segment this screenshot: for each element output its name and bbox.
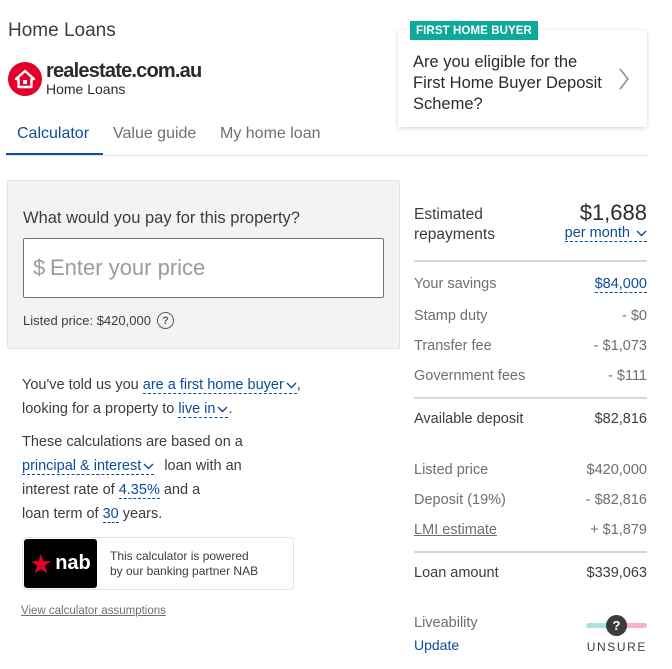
divider bbox=[414, 397, 647, 399]
chevron-down-icon bbox=[636, 230, 647, 237]
government-fees-row: Government fees - $111 bbox=[414, 368, 647, 384]
row-label: Transfer fee bbox=[414, 338, 492, 354]
context-text: , bbox=[296, 377, 301, 393]
estimated-repayments-label: Estimated repayments bbox=[414, 205, 495, 245]
promo-text: Are you eligible for the First Home Buye… bbox=[413, 53, 602, 113]
transfer-fee-row: Transfer fee - $1,073 bbox=[414, 338, 647, 354]
buyer-context: You've told us you are a first home buye… bbox=[22, 373, 301, 421]
active-tab-indicator bbox=[6, 153, 103, 155]
loan-term-input[interactable]: 30 bbox=[102, 506, 119, 523]
context-text: years. bbox=[118, 506, 163, 522]
context-text: . bbox=[228, 401, 233, 417]
context-text: interest rate of bbox=[22, 482, 119, 498]
logo-brand-text: realestate.com.au bbox=[46, 60, 202, 82]
purpose-dropdown[interactable]: live in bbox=[178, 401, 229, 418]
savings-row: Your savings $84,000 bbox=[414, 276, 647, 293]
row-value: $420,000 bbox=[586, 462, 647, 478]
listed-price-line: Listed price: $420,000 ? bbox=[23, 312, 174, 329]
view-assumptions-link[interactable]: View calculator assumptions bbox=[21, 605, 166, 617]
stamp-duty-row: Stamp duty - $0 bbox=[414, 308, 647, 324]
frequency-label: per month bbox=[564, 225, 630, 241]
loan-context: These calculations are based on a princi… bbox=[22, 430, 243, 526]
promo-badge: FIRST HOME BUYER bbox=[410, 21, 538, 40]
brand-logo[interactable]: realestate.com.au Home Loans bbox=[8, 60, 202, 97]
liveability-status: UNSURE bbox=[586, 640, 647, 654]
divider bbox=[414, 551, 647, 553]
star-icon bbox=[31, 553, 52, 573]
repayment-value: $1,688 bbox=[579, 200, 647, 225]
buyer-type-label: are a first home buyer bbox=[142, 377, 284, 393]
price-input[interactable] bbox=[50, 247, 370, 289]
help-icon[interactable]: ? bbox=[156, 312, 174, 329]
tab-value-guide[interactable]: Value guide bbox=[113, 125, 196, 143]
tab-my-home-loan[interactable]: My home loan bbox=[220, 125, 321, 143]
partner-text: This calculator is powered by our bankin… bbox=[110, 549, 258, 578]
context-text: and a bbox=[159, 482, 201, 498]
listed-price-text: Listed price: $420,000 bbox=[23, 313, 151, 328]
savings-value[interactable]: $84,000 bbox=[594, 276, 647, 293]
row-value: - $0 bbox=[622, 308, 647, 324]
price-question: What would you pay for this property? bbox=[23, 209, 300, 227]
deposit-pct-row: Deposit (19%) - $82,816 bbox=[414, 492, 647, 508]
partner-card: nab This calculator is powered by our ba… bbox=[22, 537, 294, 590]
row-label: Your savings bbox=[414, 276, 497, 292]
listed-price-row: Listed price $420,000 bbox=[414, 462, 647, 478]
row-label: Government fees bbox=[414, 368, 526, 384]
row-value: - $82,816 bbox=[585, 492, 647, 508]
lmi-estimate-link[interactable]: LMI estimate bbox=[414, 522, 497, 538]
loan-type-label: principal & interest bbox=[22, 458, 142, 474]
gauge-bar-right bbox=[624, 623, 647, 628]
chevron-down-icon bbox=[286, 382, 297, 389]
house-logo-icon bbox=[8, 61, 42, 96]
buyer-type-dropdown[interactable]: are a first home buyer bbox=[142, 377, 297, 394]
frequency-dropdown[interactable]: per month bbox=[564, 225, 647, 242]
liveability-label: Liveability bbox=[414, 615, 478, 631]
row-label: Stamp duty bbox=[414, 308, 488, 324]
chevron-down-icon bbox=[143, 463, 154, 470]
interest-rate-input[interactable]: 4.35% bbox=[118, 482, 160, 499]
row-label: Available deposit bbox=[414, 411, 524, 427]
chevron-right-icon bbox=[619, 68, 629, 90]
estimated-label-line: repayments bbox=[414, 226, 495, 243]
context-text: looking for a property to bbox=[22, 401, 179, 417]
context-text: These calculations are based on a bbox=[22, 434, 243, 450]
row-label: Deposit (19%) bbox=[414, 492, 506, 508]
tab-bar: Calculator Value guide My home loan bbox=[6, 118, 648, 156]
first-home-buyer-promo[interactable]: FIRST HOME BUYER Are you eligible for th… bbox=[398, 21, 647, 127]
estimated-label-line: Estimated bbox=[414, 206, 483, 223]
price-input-box[interactable]: $ bbox=[23, 238, 384, 298]
row-value: $339,063 bbox=[586, 565, 647, 581]
divider bbox=[414, 260, 647, 262]
partner-line-2: by our banking partner NAB bbox=[110, 563, 259, 578]
row-value: + $1,879 bbox=[590, 522, 647, 538]
context-text: You've told us you bbox=[22, 377, 143, 393]
loan-amount-row: Loan amount $339,063 bbox=[414, 565, 647, 581]
row-label: Loan amount bbox=[414, 565, 499, 581]
liveability-gauge: ? bbox=[586, 614, 647, 638]
partner-line-1: This calculator is powered bbox=[110, 549, 249, 563]
chevron-down-icon bbox=[217, 406, 228, 413]
loan-type-dropdown[interactable]: principal & interest bbox=[22, 458, 155, 475]
context-text: loan with an bbox=[164, 458, 242, 474]
question-mark-icon: ? bbox=[606, 615, 627, 636]
row-label: Listed price bbox=[414, 462, 489, 478]
nab-logo: nab bbox=[24, 539, 97, 588]
tab-calculator[interactable]: Calculator bbox=[17, 125, 89, 143]
lmi-row: LMI estimate + $1,879 bbox=[414, 522, 647, 538]
page-title: Home Loans bbox=[8, 20, 116, 41]
liveability-update-link[interactable]: Update bbox=[414, 637, 459, 653]
purpose-label: live in bbox=[178, 401, 216, 417]
row-value: $82,816 bbox=[594, 411, 647, 427]
currency-prefix: $ bbox=[33, 255, 46, 280]
row-value: - $1,073 bbox=[593, 338, 647, 354]
logo-sub-text: Home Loans bbox=[46, 81, 126, 97]
price-card: What would you pay for this property? $ … bbox=[7, 180, 400, 349]
context-text: loan term of bbox=[22, 506, 103, 522]
nab-logo-text: nab bbox=[55, 552, 91, 574]
row-value: - $111 bbox=[608, 368, 647, 384]
available-deposit-row: Available deposit $82,816 bbox=[414, 411, 647, 427]
